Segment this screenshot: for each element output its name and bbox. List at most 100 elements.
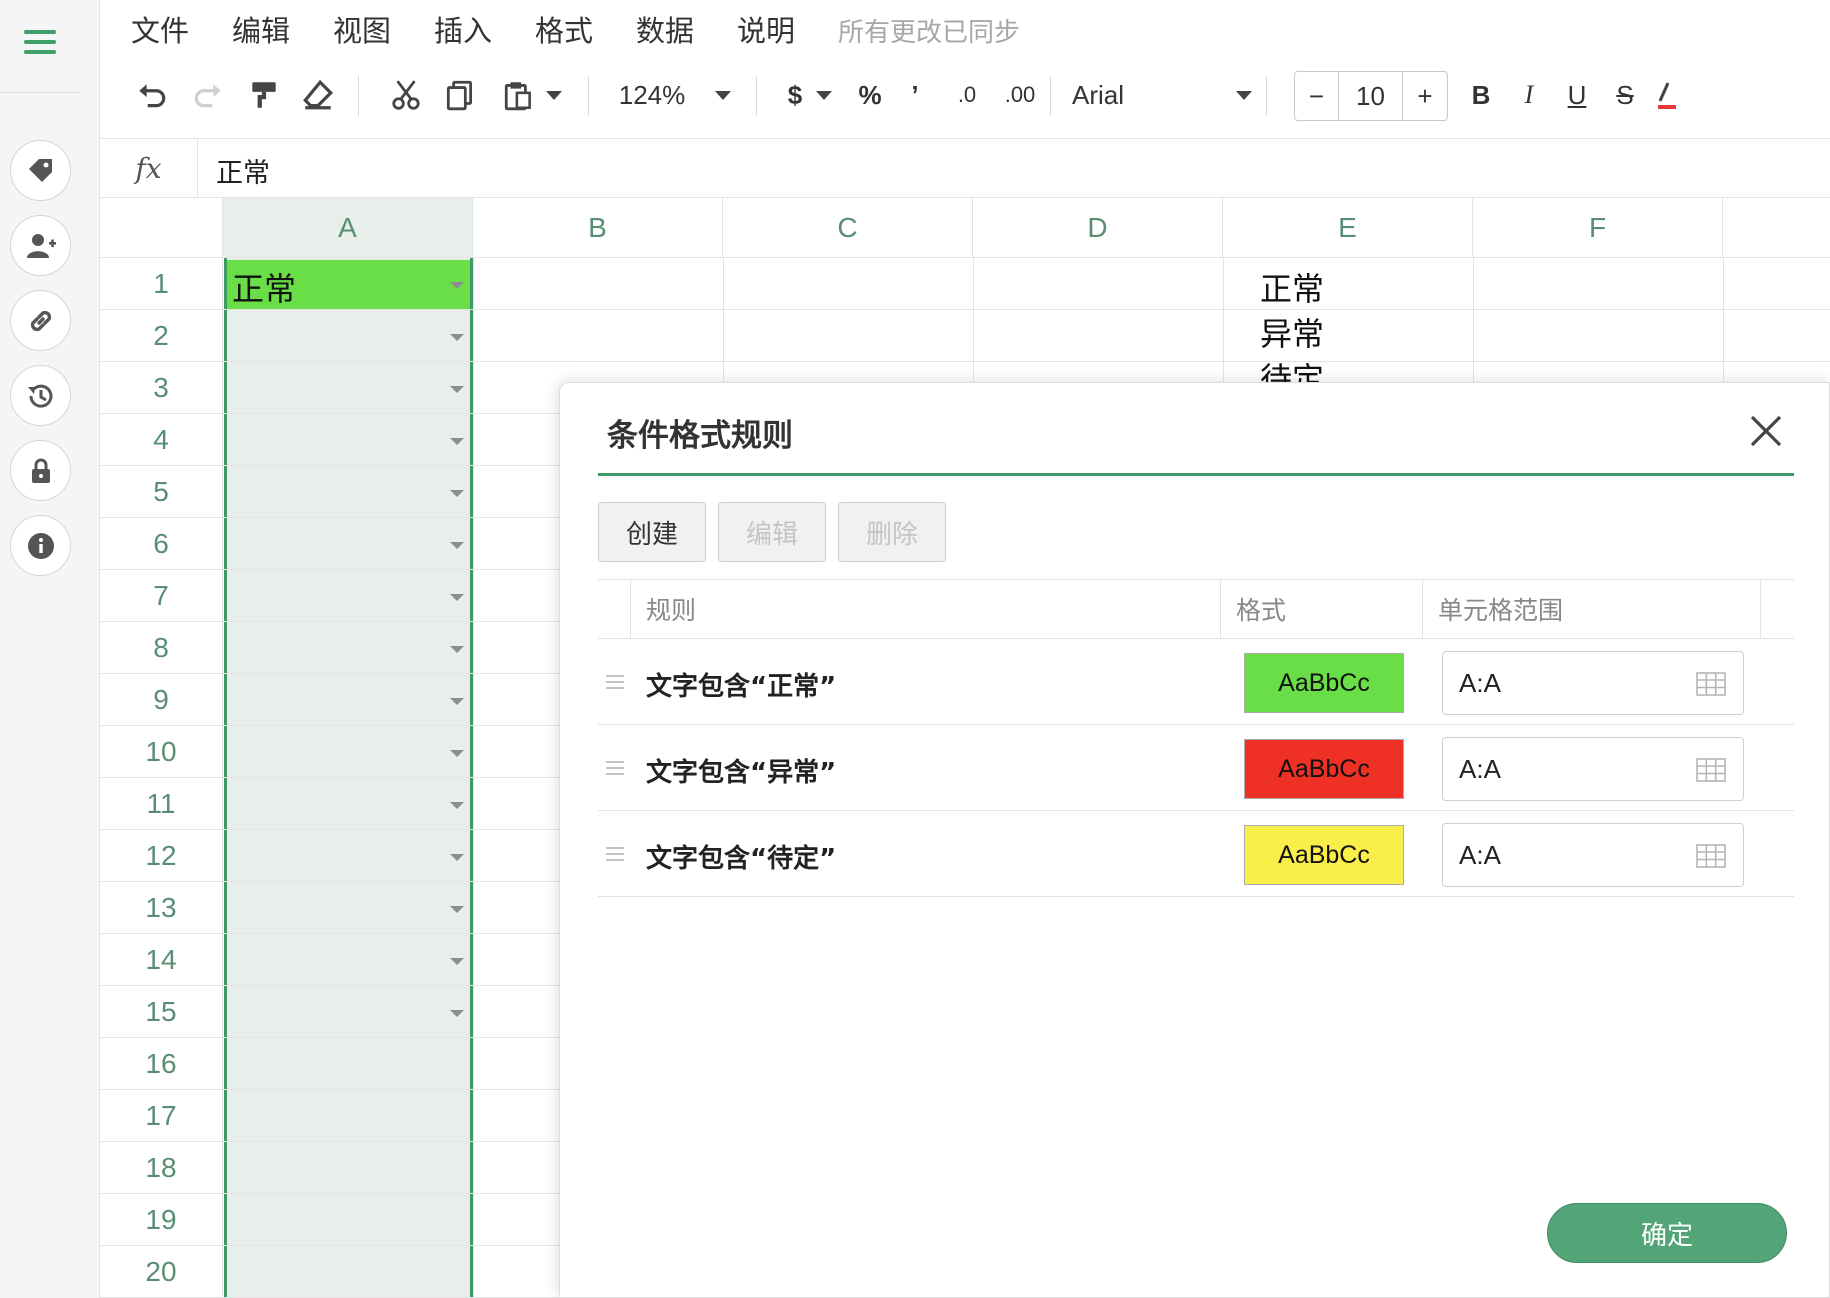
selected-column-a [224,258,473,1298]
row-header-1[interactable]: 1 [100,258,223,310]
text-color-icon[interactable] [1656,62,1676,128]
cell-dropdown-arrow-icon[interactable] [450,542,464,549]
paint-format-icon[interactable] [244,62,284,128]
grid-select-icon[interactable] [1695,840,1727,872]
menu-help[interactable]: 说明 [737,8,795,50]
select-all-corner[interactable] [100,198,223,258]
percent-button[interactable]: % [852,62,888,128]
rule-row[interactable]: 文字包含“待定” AaBbCc A:A [598,811,1794,897]
row-header-8[interactable]: 8 [100,622,223,674]
column-header-d[interactable]: D [973,198,1223,258]
menu-view[interactable]: 视图 [333,8,391,50]
redo-icon[interactable] [188,62,228,128]
menu-insert[interactable]: 插入 [434,8,492,50]
eraser-icon[interactable] [298,62,338,128]
column-header-f[interactable]: F [1473,198,1723,258]
cell-dropdown-arrow-icon[interactable] [450,802,464,809]
cell-dropdown-arrow-icon[interactable] [450,906,464,913]
row-header-20[interactable]: 20 [100,1246,223,1298]
strikethrough-button[interactable]: S [1608,62,1642,128]
row-header-4[interactable]: 4 [100,414,223,466]
rule-row[interactable]: 文字包含“正常” AaBbCc A:A [598,639,1794,725]
menu-file[interactable]: 文件 [131,8,189,50]
confirm-button[interactable]: 确定 [1547,1203,1787,1263]
cell-dropdown-arrow-icon[interactable] [450,646,464,653]
row-header-10[interactable]: 10 [100,726,223,778]
cell-dropdown-arrow-icon[interactable] [450,438,464,445]
add-user-icon[interactable] [10,215,71,276]
delete-button[interactable]: 删除 [838,502,946,562]
range-input[interactable]: A:A [1442,823,1744,887]
row-header-9[interactable]: 9 [100,674,223,726]
row-header-16[interactable]: 16 [100,1038,223,1090]
cell-dropdown-arrow-icon[interactable] [450,282,464,289]
close-icon[interactable] [1746,411,1786,451]
row-header-12[interactable]: 12 [100,830,223,882]
font-size-input[interactable]: 10 [1339,72,1403,120]
bold-button[interactable]: B [1464,62,1498,128]
tag-icon[interactable] [10,140,71,201]
cell-dropdown-arrow-icon[interactable] [450,750,464,757]
column-header-b[interactable]: B [473,198,723,258]
cell-dropdown-arrow-icon[interactable] [450,1010,464,1017]
decrease-decimal-button[interactable]: .0 [943,62,991,128]
cell-dropdown-arrow-icon[interactable] [450,334,464,341]
font-size-increase-button[interactable]: + [1403,72,1447,120]
cut-icon[interactable] [386,62,426,128]
format-preview[interactable]: AaBbCc [1244,825,1404,885]
underline-button[interactable]: U [1560,62,1594,128]
link-icon[interactable] [10,290,71,351]
range-input[interactable]: A:A [1442,737,1744,801]
edit-button[interactable]: 编辑 [718,502,826,562]
format-preview[interactable]: AaBbCc [1244,739,1404,799]
italic-button[interactable]: I [1512,62,1546,128]
copy-icon[interactable] [440,62,480,128]
drag-handle-icon[interactable] [606,761,624,775]
currency-button[interactable]: $ [780,62,840,128]
menu-data[interactable]: 数据 [636,8,694,50]
cell-dropdown-arrow-icon[interactable] [450,386,464,393]
column-header-e[interactable]: E [1223,198,1473,258]
drag-handle-icon[interactable] [606,847,624,861]
cell-dropdown-arrow-icon[interactable] [450,698,464,705]
row-header-11[interactable]: 11 [100,778,223,830]
cell-dropdown-arrow-icon[interactable] [450,594,464,601]
format-preview[interactable]: AaBbCc [1244,653,1404,713]
font-family-select[interactable]: Arial [1072,62,1252,128]
row-header-7[interactable]: 7 [100,570,223,622]
hamburger-menu-icon[interactable] [20,22,60,62]
rule-row[interactable]: 文字包含“异常” AaBbCc A:A [598,725,1794,811]
create-button[interactable]: 创建 [598,502,706,562]
row-header-17[interactable]: 17 [100,1090,223,1142]
lock-icon[interactable] [10,440,71,501]
row-header-2[interactable]: 2 [100,310,223,362]
row-header-14[interactable]: 14 [100,934,223,986]
row-header-6[interactable]: 6 [100,518,223,570]
grid-select-icon[interactable] [1695,754,1727,786]
column-header-a[interactable]: A [223,198,473,258]
cell-dropdown-arrow-icon[interactable] [450,490,464,497]
row-header-5[interactable]: 5 [100,466,223,518]
undo-icon[interactable] [132,62,172,128]
range-input[interactable]: A:A [1442,651,1744,715]
row-header-19[interactable]: 19 [100,1194,223,1246]
formula-input[interactable]: 正常 [216,151,270,190]
grid-select-icon[interactable] [1695,668,1727,700]
font-size-decrease-button[interactable]: − [1295,72,1339,120]
increase-decimal-button[interactable]: .00 [992,62,1048,128]
column-header-c[interactable]: C [723,198,973,258]
zoom-select[interactable]: 124% [610,62,740,128]
cell-dropdown-arrow-icon[interactable] [450,854,464,861]
row-header-15[interactable]: 15 [100,986,223,1038]
menu-format[interactable]: 格式 [535,8,593,50]
history-icon[interactable] [10,365,71,426]
paste-icon[interactable] [496,62,568,128]
row-header-13[interactable]: 13 [100,882,223,934]
info-icon[interactable] [10,515,71,576]
cell-dropdown-arrow-icon[interactable] [450,958,464,965]
row-header-18[interactable]: 18 [100,1142,223,1194]
menu-edit[interactable]: 编辑 [232,8,290,50]
comma-button[interactable]: ’ [900,62,930,128]
drag-handle-icon[interactable] [606,675,624,689]
row-header-3[interactable]: 3 [100,362,223,414]
